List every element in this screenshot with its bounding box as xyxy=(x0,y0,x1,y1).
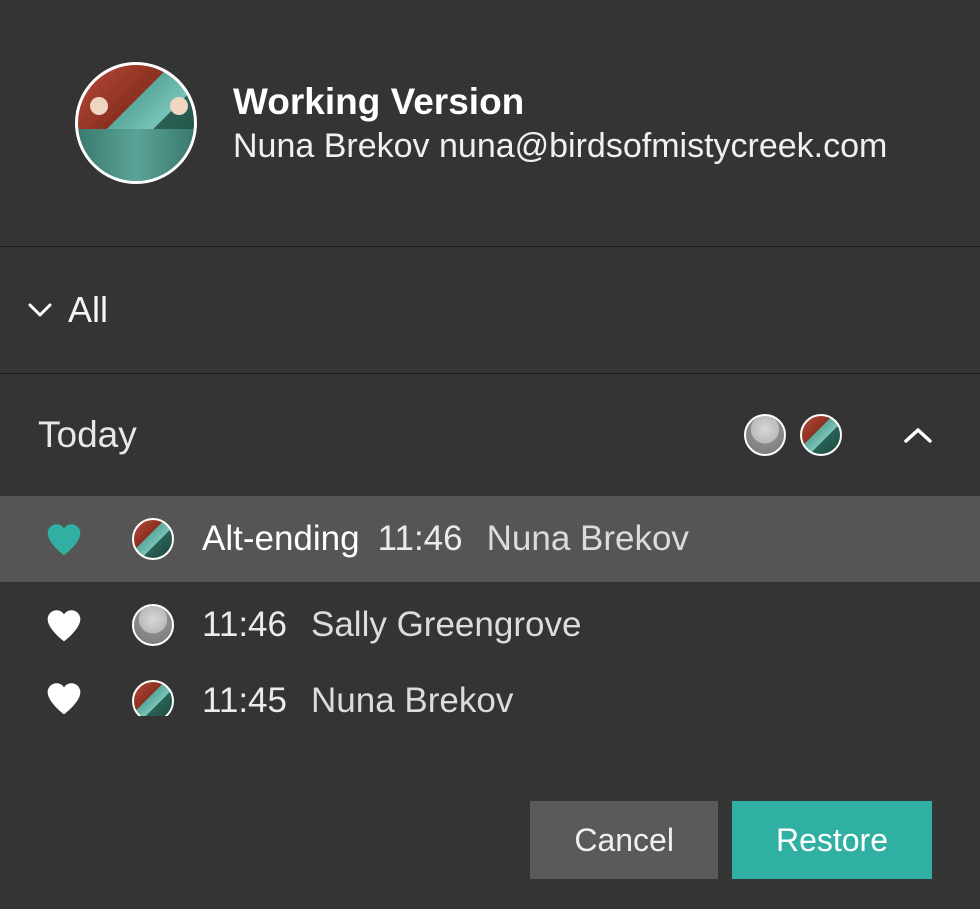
version-row[interactable]: 11:45 Nuna Brekov xyxy=(0,668,980,716)
version-header: Working Version Nuna Brekov nuna@birdsof… xyxy=(0,0,980,246)
filter-label: All xyxy=(68,289,108,331)
version-name: Alt-ending xyxy=(202,519,360,559)
author-avatar xyxy=(132,518,174,560)
contributor-avatar xyxy=(744,414,786,456)
heart-icon[interactable] xyxy=(44,607,84,643)
user-email: nuna@birdsofmistycreek.com xyxy=(439,127,887,165)
version-time: 11:46 xyxy=(378,519,463,559)
contributor-avatar xyxy=(800,414,842,456)
version-row-content: 11:46 Sally Greengrove xyxy=(132,604,581,646)
day-header-right xyxy=(744,414,932,456)
heart-icon[interactable] xyxy=(44,680,84,716)
dialog-footer: Cancel Restore xyxy=(530,801,932,879)
heart-icon[interactable] xyxy=(44,521,84,557)
version-text: 11:46 Sally Greengrove xyxy=(202,605,581,645)
version-row-content: Alt-ending 11:46 Nuna Brekov xyxy=(132,518,689,560)
version-list: Alt-ending 11:46 Nuna Brekov 11:46 Sally… xyxy=(0,496,980,716)
version-text: Alt-ending 11:46 Nuna Brekov xyxy=(202,519,689,559)
version-author: Sally Greengrove xyxy=(311,605,581,645)
user-avatar xyxy=(75,62,197,184)
filter-dropdown[interactable]: All xyxy=(0,247,980,373)
cancel-button[interactable]: Cancel xyxy=(530,801,718,879)
restore-button[interactable]: Restore xyxy=(732,801,932,879)
version-author: Nuna Brekov xyxy=(311,681,513,716)
version-text: 11:45 Nuna Brekov xyxy=(202,681,513,716)
user-identity: Nuna Brekov nuna@birdsofmistycreek.com xyxy=(233,127,887,166)
chevron-up-icon[interactable] xyxy=(904,421,932,449)
version-row-content: 11:45 Nuna Brekov xyxy=(132,680,513,716)
header-text-block: Working Version Nuna Brekov nuna@birdsof… xyxy=(233,81,887,166)
day-group-header[interactable]: Today xyxy=(0,374,980,496)
version-time: 11:45 xyxy=(202,681,287,716)
version-row[interactable]: Alt-ending 11:46 Nuna Brekov xyxy=(0,496,980,582)
author-avatar xyxy=(132,604,174,646)
version-title: Working Version xyxy=(233,81,887,123)
user-name: Nuna Brekov xyxy=(233,127,430,165)
chevron-down-icon xyxy=(26,296,54,324)
version-time: 11:46 xyxy=(202,605,287,645)
day-label: Today xyxy=(38,414,137,456)
author-avatar xyxy=(132,680,174,716)
version-author: Nuna Brekov xyxy=(487,519,689,559)
version-row[interactable]: 11:46 Sally Greengrove xyxy=(0,582,980,668)
